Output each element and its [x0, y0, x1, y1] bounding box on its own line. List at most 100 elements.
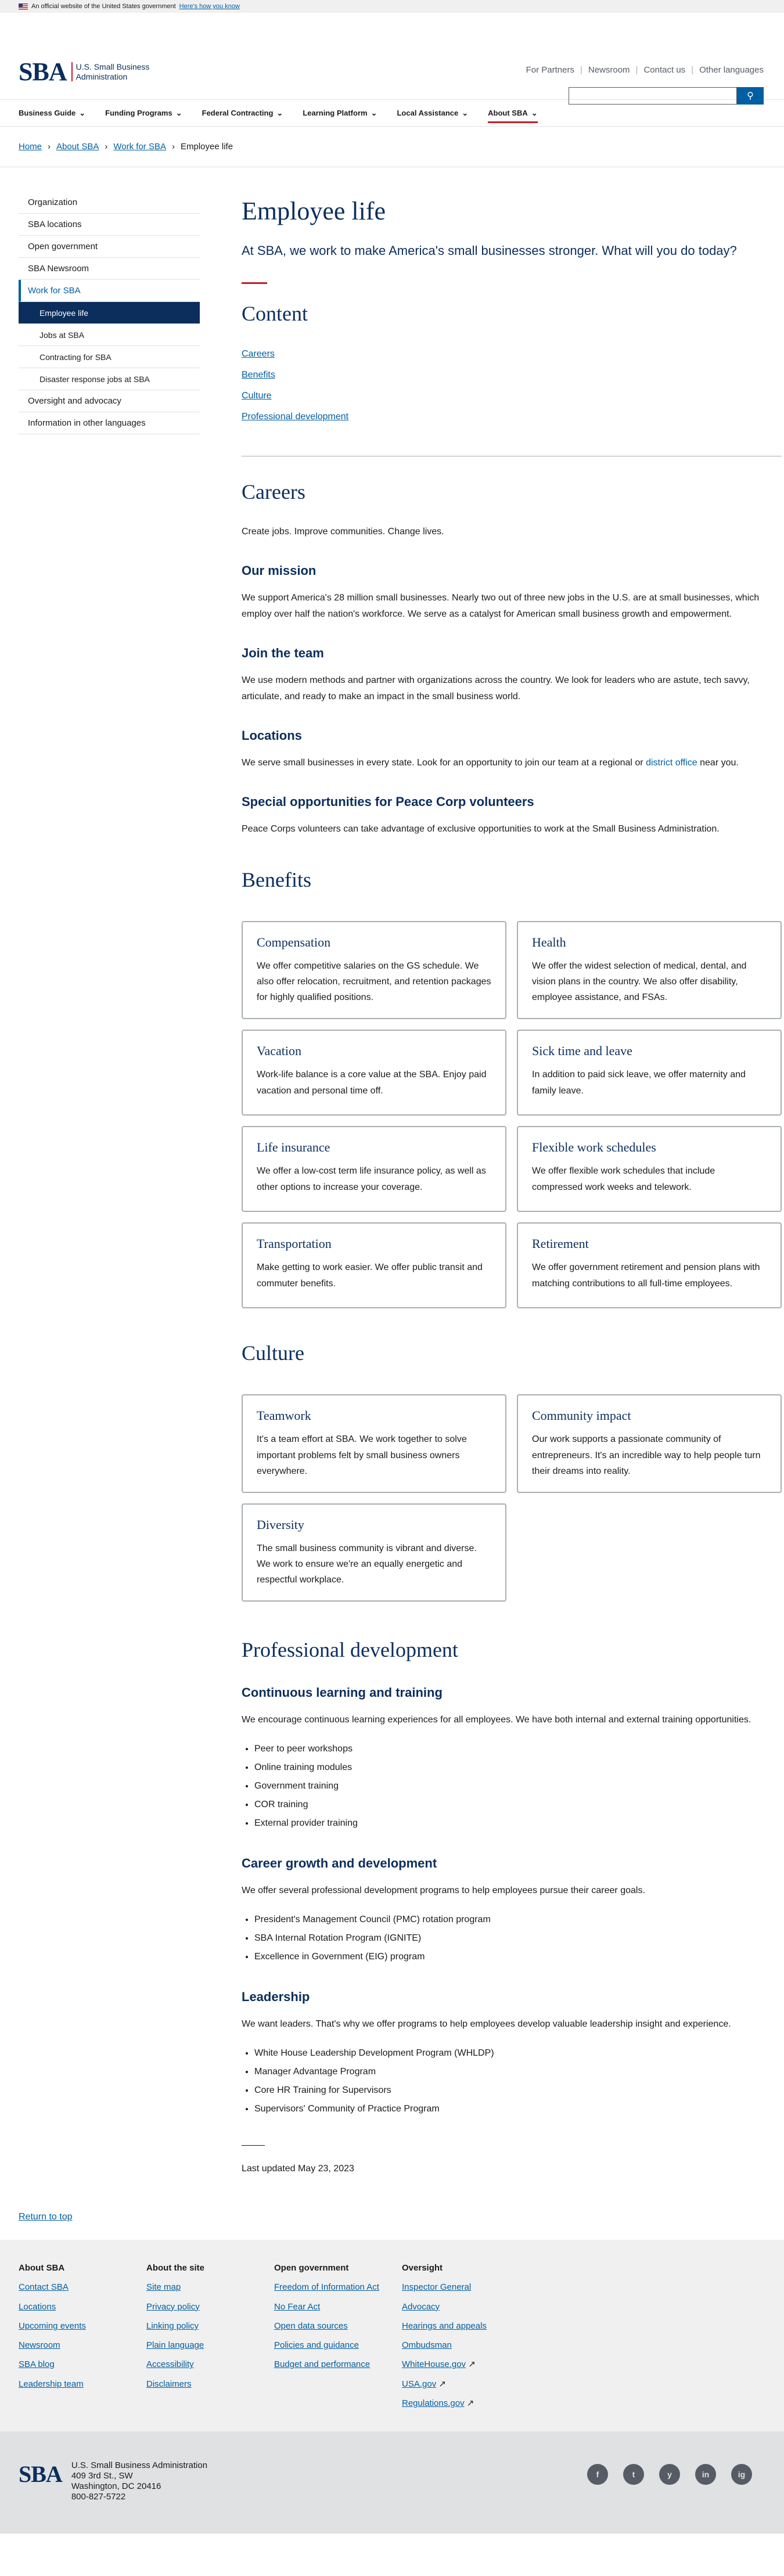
footer-link[interactable]: Privacy policy: [146, 2302, 200, 2312]
search-input[interactable]: [569, 87, 737, 105]
nav-learning-platform[interactable]: Learning Platform ⌄: [303, 100, 377, 127]
benefit-card: Vacation Work-life balance is a core valu…: [242, 1030, 506, 1116]
footer-link[interactable]: USA.gov: [402, 2379, 436, 2389]
breadcrumb-about-sba[interactable]: About SBA: [56, 142, 99, 152]
facebook-icon[interactable]: f: [587, 2464, 608, 2485]
footer-link[interactable]: Upcoming events: [19, 2321, 86, 2331]
utility-other-languages[interactable]: Other languages: [699, 65, 764, 75]
nav-about-sba[interactable]: About SBA ⌄: [488, 100, 538, 127]
footer-link[interactable]: Locations: [19, 2302, 56, 2312]
footer-link[interactable]: Linking policy: [146, 2321, 199, 2331]
peace-corps-heading: Special opportunities for Peace Corp vol…: [242, 794, 534, 809]
sidebar-item-sba-locations[interactable]: SBA locations: [19, 214, 200, 236]
footer-link[interactable]: Budget and performance: [274, 2359, 370, 2369]
list-item: Excellence in Government (EIG) program: [254, 1948, 782, 1966]
return-to-top-link[interactable]: Return to top: [19, 2212, 73, 2222]
breadcrumb-current: Employee life: [181, 142, 233, 152]
chevron-right-icon: ›: [48, 142, 51, 152]
page-title: Employee life: [242, 197, 386, 225]
sidebar-item-work-for-sba[interactable]: Work for SBA: [19, 280, 200, 302]
nav-local-assistance[interactable]: Local Assistance ⌄: [397, 100, 468, 127]
nav-business-guide[interactable]: Business Guide ⌄: [19, 100, 85, 127]
sidebar-item-sba-newsroom[interactable]: SBA Newsroom: [19, 258, 200, 280]
list-item: Supervisors' Community of Practice Progr…: [254, 2100, 782, 2118]
footer-logo[interactable]: SBA: [19, 2460, 63, 2488]
mission-heading: Our mission: [242, 563, 317, 578]
sba-logo[interactable]: SBA U.S. Small Business Administration: [19, 57, 170, 87]
list-item: SBA Internal Rotation Program (IGNITE): [254, 1929, 782, 1948]
sidebar-subitem-jobs[interactable]: Jobs at SBA: [19, 324, 200, 346]
sidebar-subitem-employee-life[interactable]: Employee life: [19, 302, 200, 324]
toc-careers[interactable]: Careers: [242, 349, 275, 359]
utility-contact-us[interactable]: Contact us: [643, 65, 685, 75]
benefit-card: Transportation Make getting to work easie…: [242, 1222, 506, 1309]
heres-how-link[interactable]: Here's how you know: [179, 3, 240, 10]
footer-link[interactable]: Hearings and appeals: [402, 2321, 487, 2331]
join-team-text: We use modern methods and partner with o…: [242, 675, 750, 701]
sidebar-item-organization[interactable]: Organization: [19, 192, 200, 214]
footer-link[interactable]: Disclaimers: [146, 2379, 192, 2389]
footer-phone: 800-827-5722: [71, 2492, 126, 2502]
prodev-heading: Professional development: [242, 1638, 458, 1662]
logo-mark: SBA: [19, 57, 67, 86]
footer-link[interactable]: SBA blog: [19, 2359, 55, 2369]
footer-link[interactable]: Contact SBA: [19, 2282, 69, 2292]
sidebar-item-open-government[interactable]: Open government: [19, 236, 200, 258]
peace-corps-text: Peace Corps volunteers can take advantag…: [242, 823, 720, 834]
sidebar-item-oversight[interactable]: Oversight and advocacy: [19, 390, 200, 412]
footer-address-line: Washington, DC 20416: [71, 2481, 161, 2492]
toc-benefits[interactable]: Benefits: [242, 370, 275, 380]
footer-link[interactable]: Accessibility: [146, 2359, 194, 2369]
toc-professional-development[interactable]: Professional development: [242, 412, 348, 422]
leadership-list: White House Leadership Development Progr…: [254, 2044, 782, 2118]
sidebar-subitem-disaster-jobs[interactable]: Disaster response jobs at SBA: [19, 368, 200, 390]
footer-link[interactable]: Inspector General: [402, 2282, 471, 2292]
sidebar-item-other-languages[interactable]: Information in other languages: [19, 412, 200, 434]
toc-culture[interactable]: Culture: [242, 391, 272, 401]
footer-link[interactable]: No Fear Act: [274, 2302, 320, 2312]
search-form: ⚲: [569, 87, 764, 105]
culture-card: Teamwork It's a team effort at SBA. We wo…: [242, 1394, 506, 1493]
footer-link[interactable]: Leadership team: [19, 2379, 84, 2389]
footer-link[interactable]: Open data sources: [274, 2321, 348, 2331]
footer-link[interactable]: Freedom of Information Act: [274, 2282, 379, 2292]
list-item: COR training: [254, 1796, 782, 1814]
linkedin-icon[interactable]: in: [695, 2464, 716, 2485]
search-button[interactable]: ⚲: [737, 87, 764, 105]
footer-link[interactable]: Site map: [146, 2282, 181, 2292]
district-office-link[interactable]: district office: [646, 758, 697, 768]
benefit-card: Health We offer the widest selection of m…: [517, 920, 782, 1020]
logo-text: U.S. Small Business Administration: [71, 62, 170, 82]
sidebar: Organization SBA locations Open governme…: [19, 167, 200, 2177]
breadcrumb-work-for-sba[interactable]: Work for SBA: [113, 142, 166, 152]
career-growth-list: President's Management Council (PMC) rot…: [254, 1911, 782, 1966]
careers-lead: Create jobs. Improve communities. Change…: [242, 526, 444, 537]
footer-link[interactable]: Newsroom: [19, 2340, 60, 2350]
utility-newsroom[interactable]: Newsroom: [588, 65, 630, 75]
chevron-right-icon: ›: [172, 142, 175, 152]
culture-cards: Teamwork It's a team effort at SBA. We wo…: [242, 1394, 782, 1602]
footer-link[interactable]: Ombudsman: [402, 2340, 452, 2350]
nav-funding-programs[interactable]: Funding Programs ⌄: [105, 100, 182, 127]
footer-link[interactable]: Plain language: [146, 2340, 204, 2350]
chevron-right-icon: ›: [105, 142, 108, 152]
footer-link[interactable]: WhiteHouse.gov: [402, 2359, 466, 2369]
gov-banner: An official website of the United States…: [0, 0, 784, 13]
list-item: Government training: [254, 1777, 782, 1796]
footer-link[interactable]: Regulations.gov: [402, 2398, 465, 2408]
utility-for-partners[interactable]: For Partners: [526, 65, 574, 75]
locations-heading: Locations: [242, 728, 302, 743]
accent-divider: [242, 282, 267, 284]
breadcrumb-home[interactable]: Home: [19, 142, 42, 152]
instagram-icon[interactable]: ig: [731, 2464, 752, 2485]
youtube-icon[interactable]: y: [659, 2464, 680, 2485]
nav-federal-contracting[interactable]: Federal Contracting ⌄: [202, 100, 283, 127]
career-growth-text: We offer several professional developmen…: [242, 1886, 645, 1896]
culture-heading: Culture: [242, 1341, 304, 1365]
twitter-icon[interactable]: t: [623, 2464, 644, 2485]
sidebar-subitem-contracting[interactable]: Contracting for SBA: [19, 346, 200, 368]
footer-link[interactable]: Advocacy: [402, 2302, 440, 2312]
gov-banner-text: An official website of the United States…: [31, 3, 176, 10]
footer-link[interactable]: Policies and guidance: [274, 2340, 359, 2350]
divider: [242, 2145, 265, 2146]
